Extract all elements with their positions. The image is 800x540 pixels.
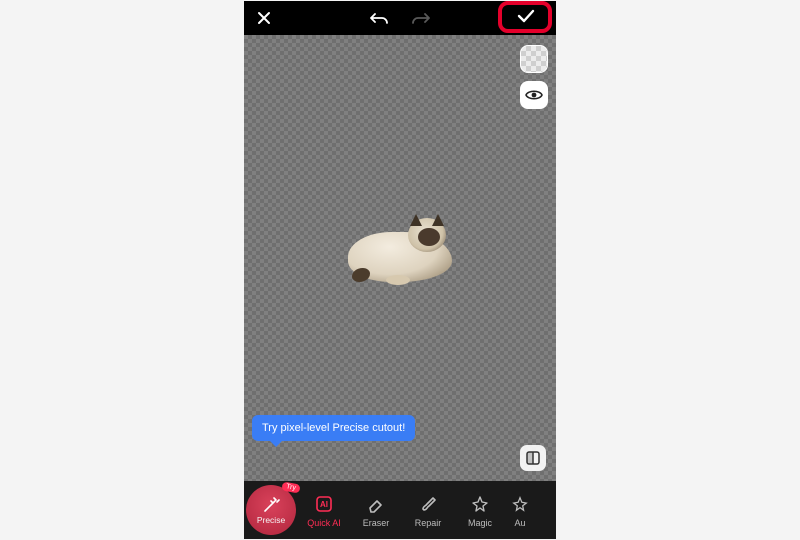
wand-icon — [261, 495, 281, 515]
undo-button[interactable] — [369, 11, 389, 25]
tool-repair[interactable]: Repair — [402, 481, 454, 539]
visibility-toggle-button[interactable] — [520, 81, 548, 109]
redo-button[interactable] — [411, 11, 431, 25]
precise-tooltip: Try pixel-level Precise cutout! — [252, 415, 415, 441]
tool-label: Quick AI — [307, 518, 341, 528]
tool-label: Repair — [415, 518, 442, 528]
tool-label: Precise — [257, 515, 285, 525]
eraser-icon — [366, 494, 386, 514]
app-frame: Try pixel-level Precise cutout! Try Prec… — [244, 1, 556, 539]
editor-canvas[interactable]: Try pixel-level Precise cutout! — [244, 35, 556, 481]
tool-bar: Try Precise AI Quick AI Eraser Repair Ma… — [244, 481, 556, 539]
ai-icon: AI — [314, 494, 334, 514]
compare-icon — [525, 450, 541, 466]
tooltip-text: Try pixel-level Precise cutout! — [262, 422, 405, 434]
cutout-subject[interactable] — [348, 216, 452, 282]
brush-icon — [418, 494, 438, 514]
compare-button[interactable] — [520, 445, 546, 471]
tool-magic[interactable]: Magic — [454, 481, 506, 539]
svg-text:AI: AI — [320, 500, 328, 509]
background-toggle-button[interactable] — [520, 45, 548, 73]
confirm-button[interactable] — [506, 4, 546, 28]
magic-icon — [470, 494, 490, 514]
top-bar — [244, 1, 556, 35]
star-icon — [511, 495, 529, 513]
tool-label: Au — [514, 518, 525, 528]
tool-auto[interactable]: Au — [506, 481, 534, 539]
tool-label: Eraser — [363, 518, 390, 528]
history-controls — [369, 1, 431, 35]
eye-icon — [525, 89, 543, 101]
tool-eraser[interactable]: Eraser — [350, 481, 402, 539]
tool-label: Magic — [468, 518, 492, 528]
close-button[interactable] — [244, 1, 284, 35]
tool-precise[interactable]: Try Precise — [246, 485, 296, 535]
tool-quick-ai[interactable]: AI Quick AI — [298, 481, 350, 539]
